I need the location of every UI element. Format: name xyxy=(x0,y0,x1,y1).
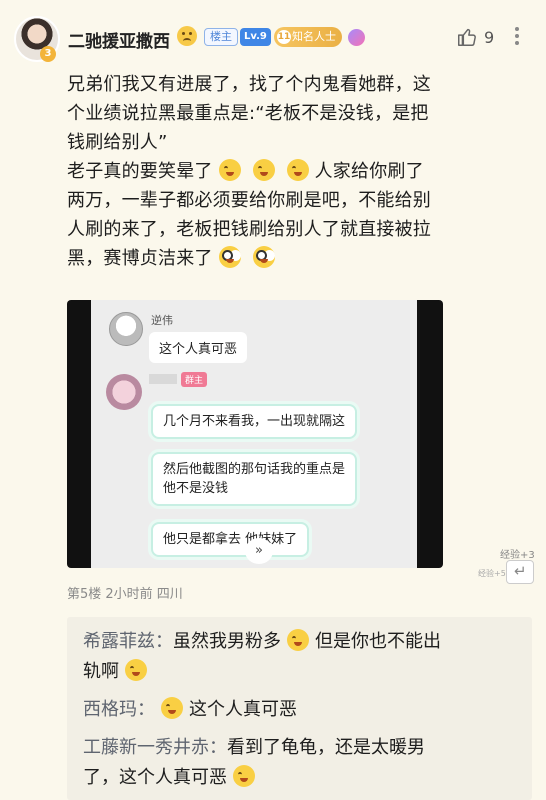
reply-item[interactable]: 西格玛： 这个人真可恶 xyxy=(83,695,523,725)
chat-bubble: 他只是都拿去 他妹妹了 xyxy=(151,522,310,557)
post-line: 人刷的来了，老板把钱刷给别人了就直接被拉 xyxy=(67,219,431,240)
exp-badge: 经验+3 xyxy=(500,550,535,561)
more-options-icon[interactable] xyxy=(508,24,526,50)
tongue-emoji-icon xyxy=(125,659,147,681)
post-line: 兄弟们我又有进展了，找了个内鬼看她群，这 xyxy=(67,74,431,95)
laugh-emoji-icon xyxy=(218,159,241,181)
chat-bubble-line: 然后他截图的那句话我的重点是 xyxy=(163,462,346,477)
badge-icon xyxy=(348,29,365,46)
reply-item[interactable]: 希露菲兹：虽然我男粉多 但是你也不能出 轨啊 xyxy=(83,627,523,687)
post-line-text: 黑，赛博贞洁来了 xyxy=(67,248,213,269)
chat-bubble-line: 他不是没钱 xyxy=(163,481,229,496)
chat-bubble: 然后他截图的那句话我的重点是 他不是没钱 xyxy=(151,452,358,506)
chat-screenshot-content: 逆伟 这个人真可恶 群主 几个月不来看我，一出现就隔这 然后他截图的那句话我的重… xyxy=(91,300,417,568)
reply-text: 虽然我男粉多 xyxy=(173,631,281,652)
laugh-emoji-icon xyxy=(233,765,255,787)
chat-sender-name-redacted xyxy=(149,374,177,384)
chat-avatar xyxy=(109,312,143,346)
avatar-level-badge: 3 xyxy=(40,46,56,62)
reply-text: 这个人真可恶 xyxy=(189,699,297,720)
chevron-down-icon[interactable]: » xyxy=(245,538,273,564)
thumbs-up-icon xyxy=(458,28,476,46)
like-button[interactable]: 9 xyxy=(456,26,508,50)
chat-bubble: 几个月不来看我，一出现就隔这 xyxy=(151,404,358,439)
post-line: 钱刷给别人” xyxy=(67,132,168,153)
exp-badge-secondary: 经验+5 xyxy=(478,569,506,578)
reply-text: 看到了龟龟，还是太暖男 xyxy=(227,737,425,758)
chat-admin-tag: 群主 xyxy=(181,372,208,387)
tongue-emoji-icon xyxy=(287,629,309,651)
chat-bubble: 这个人真可恶 xyxy=(149,332,248,363)
post-line: 老子真的要笑晕了 人家给你刷了 xyxy=(67,157,535,186)
level-tag: Lv.9 xyxy=(240,28,271,46)
post-line-text: 老子真的要笑晕了 xyxy=(67,161,213,182)
famous-tag-number: 11 xyxy=(277,30,291,44)
reply-author[interactable]: 西格玛： xyxy=(83,699,155,720)
laugh-emoji-icon xyxy=(286,159,309,181)
famous-tag: 11 知名人士 xyxy=(274,27,342,47)
post-line: 两万，一辈子都必须要给你刷是吧，不能给别 xyxy=(67,190,431,211)
reply-author[interactable]: 工藤新一秀井赤： xyxy=(83,737,227,758)
reply-author[interactable]: 希露菲兹： xyxy=(83,631,173,652)
chat-screenshot-image[interactable]: 逆伟 这个人真可恶 群主 几个月不来看我，一出现就隔这 然后他截图的那句话我的重… xyxy=(67,300,443,568)
reply-item[interactable]: 工藤新一秀井赤：看到了龟龟，还是太暖男 了，这个人真可恶 xyxy=(83,733,523,793)
username[interactable]: 二驰援亚撒西 xyxy=(68,27,170,52)
post-body: 兄弟们我又有进展了，找了个内鬼看她群，这 个业绩说拉黑最重点是:“老板不是没钱，… xyxy=(67,70,535,273)
chat-avatar xyxy=(106,374,142,410)
famous-tag-label: 知名人士 xyxy=(292,30,336,43)
like-count: 9 xyxy=(484,28,495,47)
post-line-text: 人家给你刷了 xyxy=(314,161,424,182)
chat-sender-name: 逆伟 xyxy=(151,314,173,327)
shocked-emoji-icon xyxy=(252,246,275,268)
laugh-emoji-icon xyxy=(252,159,275,181)
shocked-emoji-icon xyxy=(218,246,241,268)
reply-text: 但是你也不能出 xyxy=(315,631,441,652)
post-line: 个业绩说拉黑最重点是:“老板不是没钱，是把 xyxy=(67,103,429,124)
floor-meta: 第5楼 2小时前 四川 xyxy=(67,587,183,602)
reply-icon[interactable] xyxy=(506,560,534,584)
post-line: 黑，赛博贞洁来了 xyxy=(67,244,535,273)
op-tag: 楼主 xyxy=(204,28,238,46)
laugh-emoji-icon xyxy=(161,697,183,719)
frown-emoji-icon xyxy=(177,26,197,46)
reply-text: 了，这个人真可恶 xyxy=(83,767,227,788)
reply-text: 轨啊 xyxy=(83,661,119,682)
post-header: 3 二驰援亚撒西 楼主 Lv.9 11 知名人士 9 xyxy=(0,0,546,72)
reply-list: 希露菲兹：虽然我男粉多 但是你也不能出 轨啊 西格玛： 这个人真可恶 工藤新一秀井赤… xyxy=(67,617,532,800)
